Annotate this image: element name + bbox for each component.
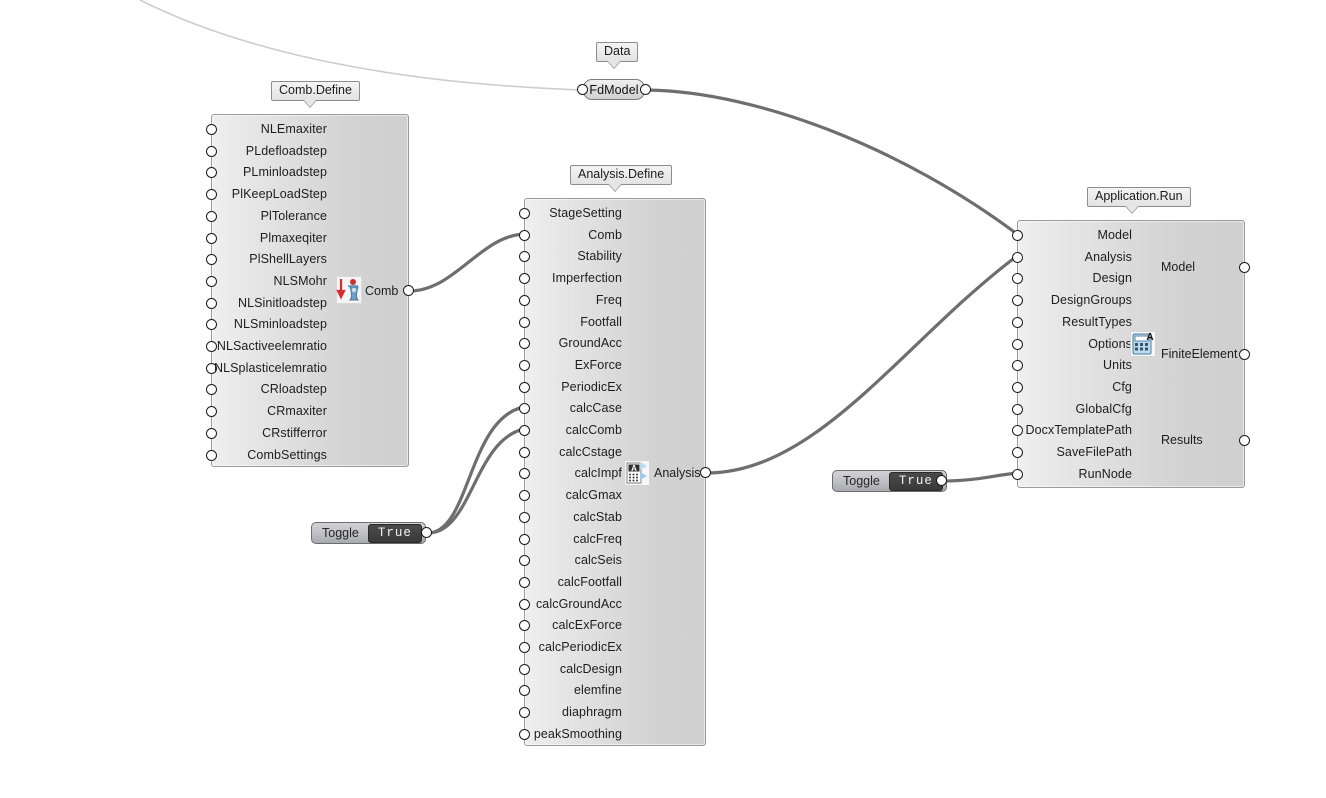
port-out-finiteelement[interactable]: [1239, 349, 1250, 360]
input-label-calcseis: calcSeis: [574, 553, 622, 568]
input-label-calcperiodicex: calcPeriodicEx: [538, 640, 622, 654]
input-label-nlsmohr: NLSMohr: [273, 273, 327, 288]
toggle-left-value[interactable]: True: [367, 523, 422, 543]
node-tag-application-run[interactable]: Application.Run: [1087, 187, 1191, 207]
input-label-calcexforce: calcExForce: [552, 618, 622, 633]
analysis-icon: A: [624, 459, 650, 487]
input-label-crloadstep: CRloadstep: [260, 382, 327, 397]
wire-toggle-to-runnode: [940, 471, 1019, 483]
input-label-globalcfg: GlobalCfg: [1075, 401, 1132, 416]
input-label-pltolerance: PlTolerance: [260, 208, 327, 223]
input-label-crstifferror: CRstifferror: [262, 425, 327, 440]
input-label-nlsactiveelemratio: NLSactiveelemratio: [216, 339, 327, 353]
input-label-calcfootfall: calcFootfall: [557, 574, 622, 589]
input-label-diaphragm: diaphragm: [562, 705, 622, 720]
input-label-stability: Stability: [577, 249, 622, 264]
node-tag-pointer-comb-define: [303, 99, 317, 107]
input-label-calccase: calcCase: [569, 401, 622, 416]
port-out-model[interactable]: [1239, 262, 1250, 273]
input-label-footfall: Footfall: [580, 314, 622, 329]
input-label-calcimpf: calcImpf: [574, 466, 622, 481]
input-label-groundacc: GroundAcc: [558, 336, 622, 351]
wire-comb-to-analysis-comb: [407, 232, 526, 293]
node-tag-fdmodel[interactable]: Data: [596, 42, 639, 62]
input-label-periodicex: PeriodicEx: [561, 379, 622, 394]
input-label-runnode: RunNode: [1078, 466, 1132, 481]
node-tag-pointer-analysis-define: [608, 183, 622, 191]
input-label-plshelllayers: PlShellLayers: [249, 252, 327, 267]
wire-toggle-to-calccase: [426, 405, 526, 535]
application-run-output-label-results: Results: [1161, 433, 1203, 447]
input-label-analysis: Analysis: [1084, 249, 1132, 264]
input-label-nlsplasticelemratio: NLSplasticelemratio: [213, 360, 327, 375]
toggle-right-value[interactable]: True: [888, 471, 943, 491]
input-label-crmaxiter: CRmaxiter: [267, 404, 327, 419]
toggle-left[interactable]: Toggle True: [311, 522, 426, 544]
input-label-peaksmoothing: peakSmoothing: [533, 726, 622, 741]
input-label-nlsminloadstep: NLSminloadstep: [233, 317, 327, 332]
analysis-define-output-label: Analysis: [654, 466, 701, 480]
svg-text:A: A: [631, 464, 637, 473]
input-label-options: Options: [1088, 336, 1132, 351]
input-label-calcfreq: calcFreq: [573, 531, 622, 546]
wire-analysis-to-run-analysis: [708, 254, 1019, 475]
input-label-designgroups: DesignGroups: [1050, 293, 1132, 308]
wire-toggle-to-calccomb: [426, 427, 526, 535]
port-out-toggle-right[interactable]: [936, 475, 947, 486]
input-label-calcgroundacc: calcGroundAcc: [535, 596, 622, 611]
input-label-nlsinitloadstep: NLSinitloadstep: [237, 295, 327, 310]
node-graph-canvas[interactable]: Comb.Define NLEmaxiter PLdefloadstep PLmin…: [0, 0, 1326, 798]
node-tag-pointer-fdmodel: [607, 60, 621, 68]
port-out-results[interactable]: [1239, 435, 1250, 446]
input-label-imperfection: Imperfection: [552, 271, 622, 286]
input-label-nlemaxiter: NLEmaxiter: [260, 122, 327, 136]
toggle-left-label: Toggle: [322, 526, 359, 540]
input-label-savefilepath: SaveFilePath: [1056, 445, 1132, 459]
input-label-units: Units: [1103, 358, 1132, 373]
input-label-combsettings: CombSettings: [247, 447, 327, 462]
port-out-analysis[interactable]: [700, 467, 711, 478]
input-label-pldefloadstep: PLdefloadstep: [245, 143, 327, 158]
application-run-output-label-finiteelement: FiniteElement: [1161, 347, 1238, 361]
node-tag-analysis-define[interactable]: Analysis.Define: [570, 165, 673, 185]
input-label-calcgmax: calcGmax: [565, 488, 622, 503]
input-label-plmaxeqiter: Plmaxeqiter: [259, 230, 327, 245]
input-label-plminloadstep: PLminloadstep: [243, 165, 327, 180]
input-label-elemfine: elemfine: [573, 683, 622, 698]
application-run-output-label-model: Model: [1161, 260, 1196, 274]
input-label-cfg: Cfg: [1112, 379, 1132, 394]
finite-element-icon: A: [1130, 330, 1156, 358]
comb-define-output-label: Comb: [365, 284, 399, 298]
input-label-docxtemplatepath: DocxTemplatePath: [1025, 423, 1132, 438]
input-label-calccstage: calcCstage: [559, 444, 622, 459]
svg-text:A: A: [1146, 332, 1153, 343]
input-label-exforce: ExForce: [574, 357, 622, 372]
wire-offscreen-to-fdmodel: [139, 0, 582, 91]
node-tag-pointer-application-run: [1125, 205, 1139, 213]
toggle-right[interactable]: Toggle True: [832, 470, 947, 492]
input-label-resulttypes: ResultTypes: [1062, 314, 1132, 329]
port-out-toggle-left[interactable]: [421, 527, 432, 538]
toggle-right-label: Toggle: [843, 474, 880, 488]
input-label-calccomb: calcComb: [565, 423, 622, 437]
input-label-model: Model: [1097, 228, 1132, 242]
input-label-stagesetting: StageSetting: [549, 206, 622, 220]
input-label-comb: Comb: [588, 227, 622, 242]
input-label-plkeeploadstep: PlKeepLoadStep: [231, 187, 327, 202]
param-capsule-fdmodel[interactable]: FdModel: [583, 79, 645, 100]
comb-icon: [336, 276, 362, 304]
input-label-calcstab: calcStab: [573, 509, 622, 524]
port-out-comb[interactable]: [403, 285, 414, 296]
port-in-fdmodel[interactable]: [577, 84, 588, 95]
port-out-fdmodel[interactable]: [640, 84, 651, 95]
node-tag-comb-define[interactable]: Comb.Define: [271, 81, 360, 101]
input-label-freq: Freq: [595, 292, 622, 307]
input-label-calcdesign: calcDesign: [559, 661, 622, 676]
input-label-design: Design: [1092, 271, 1132, 286]
